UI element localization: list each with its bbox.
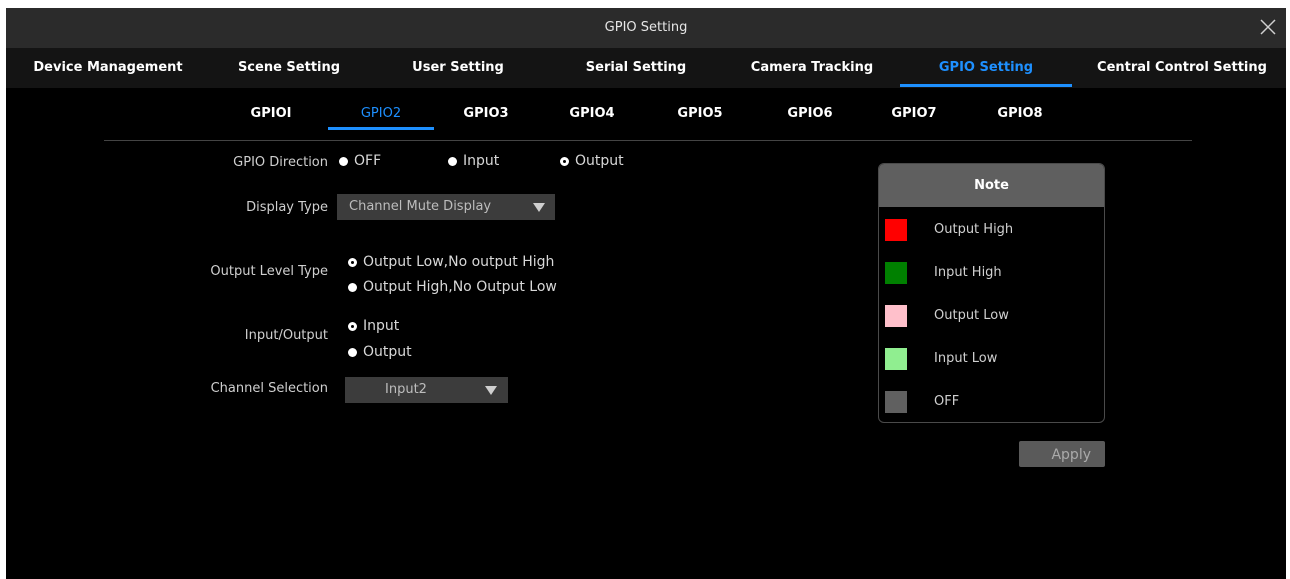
legend-item-output-high: Output High: [879, 219, 1104, 243]
legend-label: Input Low: [934, 351, 998, 366]
tab-user-setting[interactable]: User Setting: [392, 48, 524, 88]
tab-scene-setting[interactable]: Scene Setting: [216, 48, 362, 88]
radio-label: Output: [575, 153, 624, 169]
note-title: Note: [879, 164, 1104, 207]
chevron-down-icon: [533, 203, 545, 212]
radio-label: Output Low,No output High: [363, 254, 555, 270]
radio-label: OFF: [354, 153, 382, 169]
radio-label: Input: [463, 153, 500, 169]
tab-gpio1[interactable]: GPIOI: [242, 98, 300, 132]
input-output-input-radio[interactable]: Input: [348, 318, 399, 334]
tab-gpio-setting[interactable]: GPIO Setting: [900, 48, 1072, 88]
color-swatch: [885, 348, 907, 370]
close-icon[interactable]: [1258, 17, 1278, 37]
gpio-tab-bar: GPIOI GPIO2 GPIO3 GPIO4 GPIO5 GPIO6 GPIO…: [6, 98, 1286, 132]
gpio-direction-output-radio[interactable]: Output: [560, 153, 624, 169]
radio-unchecked-icon: [448, 156, 457, 166]
tab-gpio5[interactable]: GPIO5: [668, 98, 732, 132]
input-output-label: Input/Output: [244, 328, 328, 343]
output-level-type-label: Output Level Type: [210, 264, 328, 279]
gpio-direction-label: GPIO Direction: [233, 155, 328, 170]
title-bar: GPIO Setting: [6, 8, 1286, 48]
note-legend: Note Output High Input High Output Low I…: [878, 163, 1105, 423]
gpio-direction-input-radio[interactable]: Input: [448, 153, 499, 169]
legend-label: Output High: [934, 222, 1014, 237]
gpio-direction-off-radio[interactable]: OFF: [339, 153, 381, 169]
tab-gpio8[interactable]: GPIO8: [988, 98, 1052, 132]
legend-item-off: OFF: [879, 391, 1104, 415]
legend-label: OFF: [934, 394, 960, 409]
channel-selection-value: Input2: [385, 382, 427, 397]
color-swatch: [885, 391, 907, 413]
radio-label: Output High,No Output Low: [363, 279, 557, 295]
gpio-setting-window: GPIO Setting Device Management Scene Set…: [6, 8, 1286, 579]
input-output-output-radio[interactable]: Output: [348, 344, 412, 360]
tab-device-management[interactable]: Device Management: [20, 48, 196, 88]
channel-selection-select[interactable]: Input2: [345, 377, 508, 403]
display-type-select[interactable]: Channel Mute Display: [337, 194, 555, 220]
tab-gpio2[interactable]: GPIO2: [328, 98, 434, 132]
main-tab-bar: Device Management Scene Setting User Set…: [6, 48, 1286, 88]
tab-gpio7[interactable]: GPIO7: [882, 98, 946, 132]
radio-unchecked-icon: [339, 156, 348, 166]
legend-label: Input High: [934, 265, 1002, 280]
tab-serial-setting[interactable]: Serial Setting: [566, 48, 706, 88]
radio-unchecked-icon: [348, 347, 357, 357]
radio-checked-icon: [348, 321, 357, 331]
tab-gpio4[interactable]: GPIO4: [560, 98, 624, 132]
display-type-value: Channel Mute Display: [349, 199, 492, 214]
apply-button[interactable]: Apply: [1019, 441, 1105, 467]
radio-checked-icon: [560, 156, 569, 166]
display-type-label: Display Type: [246, 200, 328, 215]
legend-item-input-high: Input High: [879, 262, 1104, 286]
color-swatch: [885, 219, 907, 241]
color-swatch: [885, 305, 907, 327]
legend-label: Output Low: [934, 308, 1009, 323]
output-level-low-radio[interactable]: Output Low,No output High: [348, 254, 554, 270]
tab-divider: [104, 140, 1192, 141]
legend-item-output-low: Output Low: [879, 305, 1104, 329]
legend-item-input-low: Input Low: [879, 348, 1104, 372]
output-level-high-radio[interactable]: Output High,No Output Low: [348, 279, 557, 295]
radio-unchecked-icon: [348, 282, 357, 292]
radio-label: Input: [363, 318, 400, 334]
radio-label: Output: [363, 344, 412, 360]
tab-gpio3[interactable]: GPIO3: [454, 98, 518, 132]
tab-camera-tracking[interactable]: Camera Tracking: [736, 48, 888, 88]
color-swatch: [885, 262, 907, 284]
tab-gpio6[interactable]: GPIO6: [778, 98, 842, 132]
tab-central-control-setting[interactable]: Central Control Setting: [1080, 48, 1284, 88]
channel-selection-label: Channel Selection: [210, 381, 328, 396]
radio-checked-icon: [348, 257, 357, 267]
window-title: GPIO Setting: [604, 20, 688, 35]
chevron-down-icon: [485, 386, 497, 395]
